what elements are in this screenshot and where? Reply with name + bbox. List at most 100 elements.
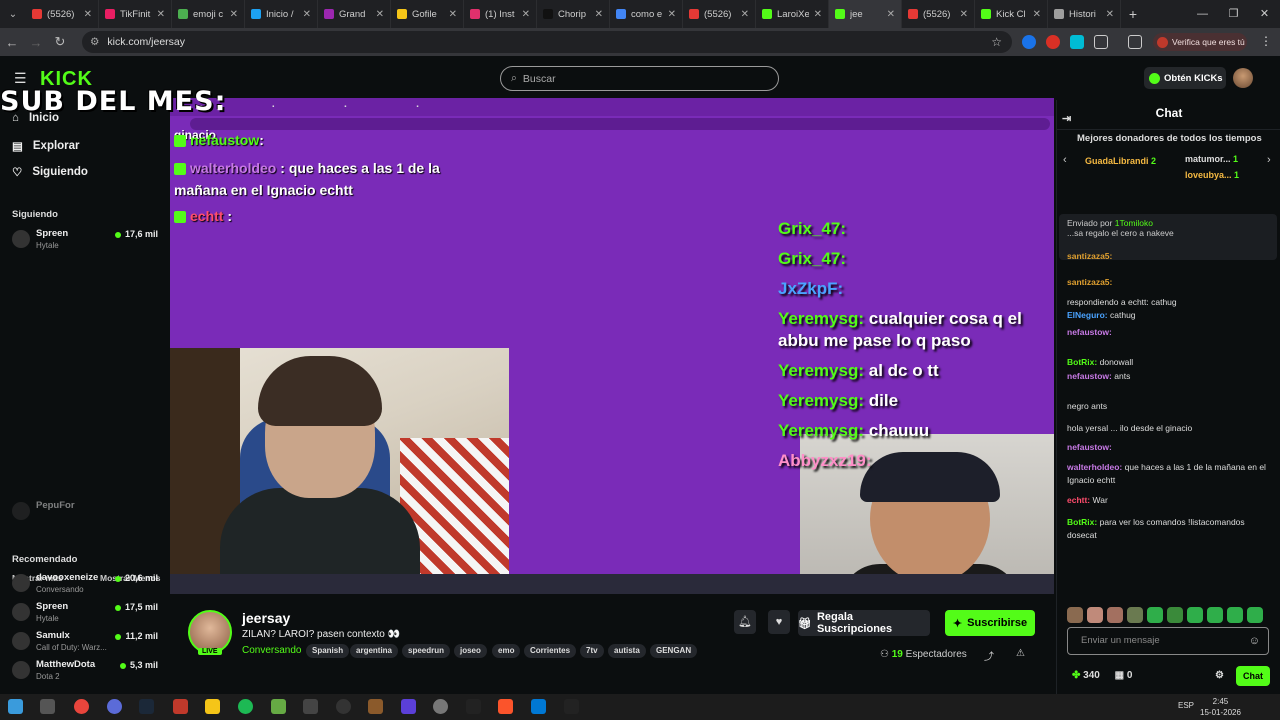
tab-close-icon[interactable]: ✕ <box>814 9 822 20</box>
chat-settings-icon[interactable]: ⚙ <box>1215 670 1224 681</box>
chat-message[interactable]: nefaustow: ants <box>1067 370 1275 383</box>
browser-tab[interactable]: (5526) ✕ <box>26 0 99 28</box>
close-window-icon[interactable]: ✕ <box>1249 0 1280 28</box>
language-indicator[interactable]: ESP <box>1178 701 1194 710</box>
browser-tab[interactable]: como e ✕ <box>610 0 683 28</box>
chat-username[interactable]: BotRix: <box>1067 357 1097 367</box>
chevron-right-icon[interactable]: › <box>1267 154 1271 166</box>
chat-username[interactable]: nefaustow: <box>1067 371 1112 381</box>
brave-icon[interactable] <box>498 699 513 714</box>
extensions-puzzle-icon[interactable] <box>1094 35 1108 49</box>
stream-tag[interactable]: Spanish <box>306 644 350 658</box>
forward-icon[interactable]: → <box>24 35 48 50</box>
chat-username[interactable]: santizaza5: <box>1067 277 1112 287</box>
browser-tab[interactable]: Kick Cl ✕ <box>975 0 1048 28</box>
chat-username[interactable]: echtt: <box>1067 495 1090 505</box>
gift-counter-icon[interactable]: ▦ <box>1115 670 1124 681</box>
emote-icon[interactable] <box>1247 607 1263 623</box>
minimize-icon[interactable]: — <box>1187 0 1218 28</box>
user-avatar[interactable] <box>1233 68 1253 88</box>
browser-tab[interactable]: Chorip ✕ <box>537 0 610 28</box>
chat-message[interactable]: ElNeguro: cathug <box>1067 309 1275 322</box>
emote-icon[interactable] <box>1207 607 1223 623</box>
discord-icon[interactable] <box>107 699 122 714</box>
recommended-channel[interactable]: Spreen Hytale 17,5 mil <box>12 601 162 627</box>
app-icon[interactable] <box>531 699 546 714</box>
url-field[interactable]: ⚙ kick.com/jeersay ☆ <box>82 31 1012 53</box>
stream-tag[interactable]: speedrun <box>402 644 451 658</box>
tab-close-icon[interactable]: ✕ <box>1106 9 1114 20</box>
emote-icon[interactable] <box>1187 607 1203 623</box>
chat-message[interactable]: echtt: War <box>1067 494 1275 507</box>
browser-tab[interactable]: (5526) ✕ <box>683 0 756 28</box>
gift-subs-button[interactable]: 🎁︎ Regala Suscripciones <box>798 610 930 636</box>
sidebar-item-explorar[interactable]: ▤ Explorar <box>12 139 80 153</box>
tab-close-icon[interactable]: ✕ <box>741 9 749 20</box>
tab-close-icon[interactable]: ✕ <box>887 9 895 20</box>
recommended-channel[interactable]: Samulx Call of Duty: Warz... 11,2 mil <box>12 630 162 656</box>
task-view-icon[interactable] <box>40 699 55 714</box>
browser-tab[interactable]: Grand ✕ <box>318 0 391 28</box>
reading-list-icon[interactable] <box>1128 35 1142 49</box>
app-icon[interactable] <box>303 699 318 714</box>
app-icon[interactable] <box>433 699 448 714</box>
following-channel-faded[interactable]: PepuFor <box>12 500 162 526</box>
tab-close-icon[interactable]: ✕ <box>84 9 92 20</box>
video-player[interactable]: ▪ ▪ ▪ ▪ ginacio nefaustow: walterholdeo : q… <box>170 98 1054 594</box>
bookmark-star-icon[interactable]: ☆ <box>991 35 1002 49</box>
chat-username[interactable]: walterholdeo: <box>1067 462 1122 472</box>
chat-message[interactable]: hola yersal ... ilo desde el ginacio <box>1067 422 1275 435</box>
chevron-left-icon[interactable]: ‹ <box>1063 154 1067 166</box>
chat-username[interactable]: nefaustow: <box>1067 327 1112 337</box>
notification-bell-icon[interactable]: 🔔︎ <box>734 610 756 634</box>
chat-username[interactable]: BotRix: <box>1067 517 1097 527</box>
tab-close-icon[interactable]: ✕ <box>522 9 530 20</box>
stream-tag[interactable]: Corrientes <box>524 644 577 658</box>
app-icon[interactable] <box>271 699 286 714</box>
chrome-icon[interactable] <box>74 699 89 714</box>
stream-tag[interactable]: 7tv <box>580 644 604 658</box>
browser-tab[interactable]: emoji c ✕ <box>172 0 245 28</box>
chat-message[interactable]: BotRix: donowall <box>1067 356 1275 369</box>
recommended-channel[interactable]: davooxeneize Conversando 20,6 mil <box>12 572 162 598</box>
tab-close-icon[interactable]: ✕ <box>376 9 384 20</box>
stream-tag[interactable]: emo <box>492 644 521 658</box>
emoji-icon[interactable]: ☺ <box>1249 628 1260 654</box>
follow-heart-icon[interactable]: ♥ <box>768 610 790 634</box>
reload-icon[interactable]: ↻ <box>48 34 72 50</box>
emote-icon[interactable] <box>1107 607 1123 623</box>
get-kicks-button[interactable]: Obtén KICKs <box>1144 67 1226 89</box>
search-input[interactable]: ⌕ Buscar <box>500 66 779 91</box>
chat-username[interactable]: nefaustow: <box>1067 442 1112 452</box>
chat-message[interactable]: nefaustow: <box>1067 441 1275 454</box>
site-info-icon[interactable]: ⚙ <box>90 36 99 48</box>
browser-tab[interactable]: Histori ✕ <box>1048 0 1121 28</box>
recommended-channel[interactable]: MatthewDota Dota 2 5,3 mil <box>12 659 162 685</box>
tab-close-icon[interactable]: ✕ <box>303 9 311 20</box>
spotify-icon[interactable] <box>238 699 253 714</box>
chat-message[interactable]: negro ants <box>1067 400 1275 413</box>
kicks-icon[interactable]: ✤ <box>1072 670 1080 681</box>
browser-tab[interactable]: jee ✕ <box>829 0 902 28</box>
emote-icon[interactable] <box>1147 607 1163 623</box>
restore-icon[interactable]: ❐ <box>1218 0 1249 28</box>
folder-icon[interactable] <box>205 699 220 714</box>
verify-identity-chip[interactable]: Verifica que eres tú <box>1153 33 1247 51</box>
stream-tag[interactable]: joseo <box>454 644 487 658</box>
tab-close-icon[interactable]: ✕ <box>960 9 968 20</box>
app-icon[interactable] <box>368 699 383 714</box>
tab-close-icon[interactable]: ✕ <box>668 9 676 20</box>
stream-tag[interactable]: GENGAN <box>650 644 698 658</box>
start-icon[interactable] <box>8 699 23 714</box>
epic-games-icon[interactable] <box>564 699 579 714</box>
browser-tab[interactable]: (1) Inst ✕ <box>464 0 537 28</box>
tab-close-icon[interactable]: ✕ <box>157 9 165 20</box>
browser-tab[interactable]: (5526) ✕ <box>902 0 975 28</box>
tab-close-icon[interactable]: ✕ <box>1033 9 1041 20</box>
emote-icon[interactable] <box>1167 607 1183 623</box>
emote-icon[interactable] <box>1127 607 1143 623</box>
tab-close-icon[interactable]: ✕ <box>449 9 457 20</box>
tab-close-icon[interactable]: ✕ <box>230 9 238 20</box>
browser-menu-icon[interactable]: ⋮ <box>1260 34 1272 48</box>
stream-tag[interactable]: autista <box>608 644 646 658</box>
